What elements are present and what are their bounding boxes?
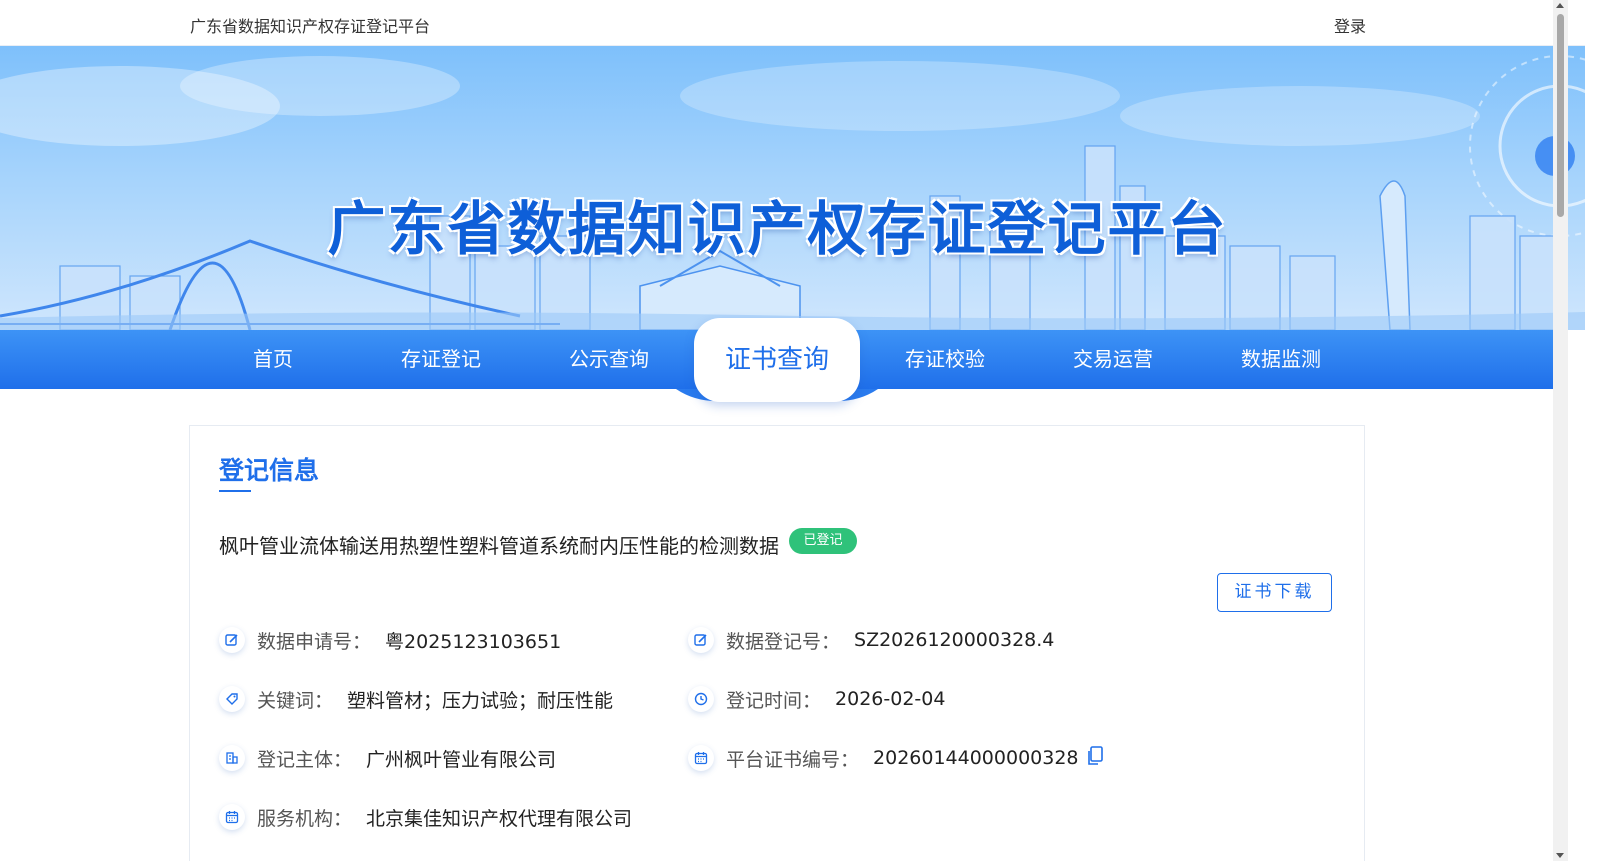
top-bar: 广东省数据知识产权存证登记平台 登录 [0,0,1585,46]
field-registration-no: 数据登记号： SZ2026120000328.4 [688,625,1054,655]
nav-item-data-monitoring[interactable]: 数据监测 [1201,330,1361,389]
status-badge: 已登记 [789,528,857,554]
field-label: 关键词： [257,689,334,712]
scroll-down-arrow-icon[interactable] [1556,853,1564,858]
field-value: 粤2025123103651 [385,630,562,653]
field-keywords: 关键词： 塑料管材；压力试验；耐压性能 [219,684,613,714]
field-value: 20260144000000328 [873,747,1079,769]
field-label: 服务机构： [257,807,353,830]
field-service-agency: 服务机构： 北京集佳知识产权代理有限公司 [219,802,632,832]
scrollbar-thumb[interactable] [1557,14,1564,217]
record-title: 枫叶管业流体输送用热塑性塑料管道系统耐内压性能的检测数据 [219,534,779,558]
edit-icon [688,627,714,653]
page-scrollbar[interactable] [1553,0,1568,861]
field-label: 登记时间： [726,689,822,712]
login-link[interactable]: 登录 [1334,13,1366,37]
field-value: 2026-02-04 [835,688,946,710]
building-icon [219,745,245,771]
calendar-icon [219,804,245,830]
clock-icon [688,686,714,712]
nav-item-public-query[interactable]: 公示查询 [529,330,689,389]
copy-icon[interactable] [1087,746,1103,770]
field-registration-time: 登记时间： 2026-02-04 [688,684,945,714]
field-registrant: 登记主体： 广州枫叶管业有限公司 [219,743,556,773]
nav-item-home[interactable]: 首页 [193,330,353,389]
calendar-icon [688,745,714,771]
edit-icon [219,627,245,653]
field-value: 广州枫叶管业有限公司 [366,748,557,771]
nav-item-trading-operation[interactable]: 交易运营 [1033,330,1193,389]
field-label: 数据申请号： [257,630,372,653]
field-value: 北京集佳知识产权代理有限公司 [366,807,633,830]
field-value: SZ2026120000328.4 [854,629,1055,651]
section-title: 登记信息 [219,456,320,485]
site-name: 广东省数据知识产权存证登记平台 [190,17,431,36]
nav-item-evidence-registration[interactable]: 存证登记 [361,330,521,389]
tag-icon [219,686,245,712]
section-title-underline [219,490,251,492]
field-application-no: 数据申请号： 粤2025123103651 [219,625,561,655]
scroll-up-arrow-icon[interactable] [1556,3,1564,8]
field-label: 登记主体： [257,748,353,771]
field-label: 数据登记号： [726,630,841,653]
certificate-download-button[interactable]: 证书下载 [1217,573,1332,612]
nav-item-evidence-verification[interactable]: 存证校验 [865,330,1025,389]
field-certificate-no: 平台证书编号： 20260144000000328 [688,743,1103,773]
banner-title: 广东省数据知识产权存证登记平台 [327,195,1228,263]
field-value: 塑料管材；压力试验；耐压性能 [347,689,614,712]
field-label: 平台证书编号： [726,748,860,771]
nav-item-certificate-query[interactable]: 证书查询 [694,318,860,402]
hero-banner: 广东省数据知识产权存证登记平台 [0,46,1585,330]
